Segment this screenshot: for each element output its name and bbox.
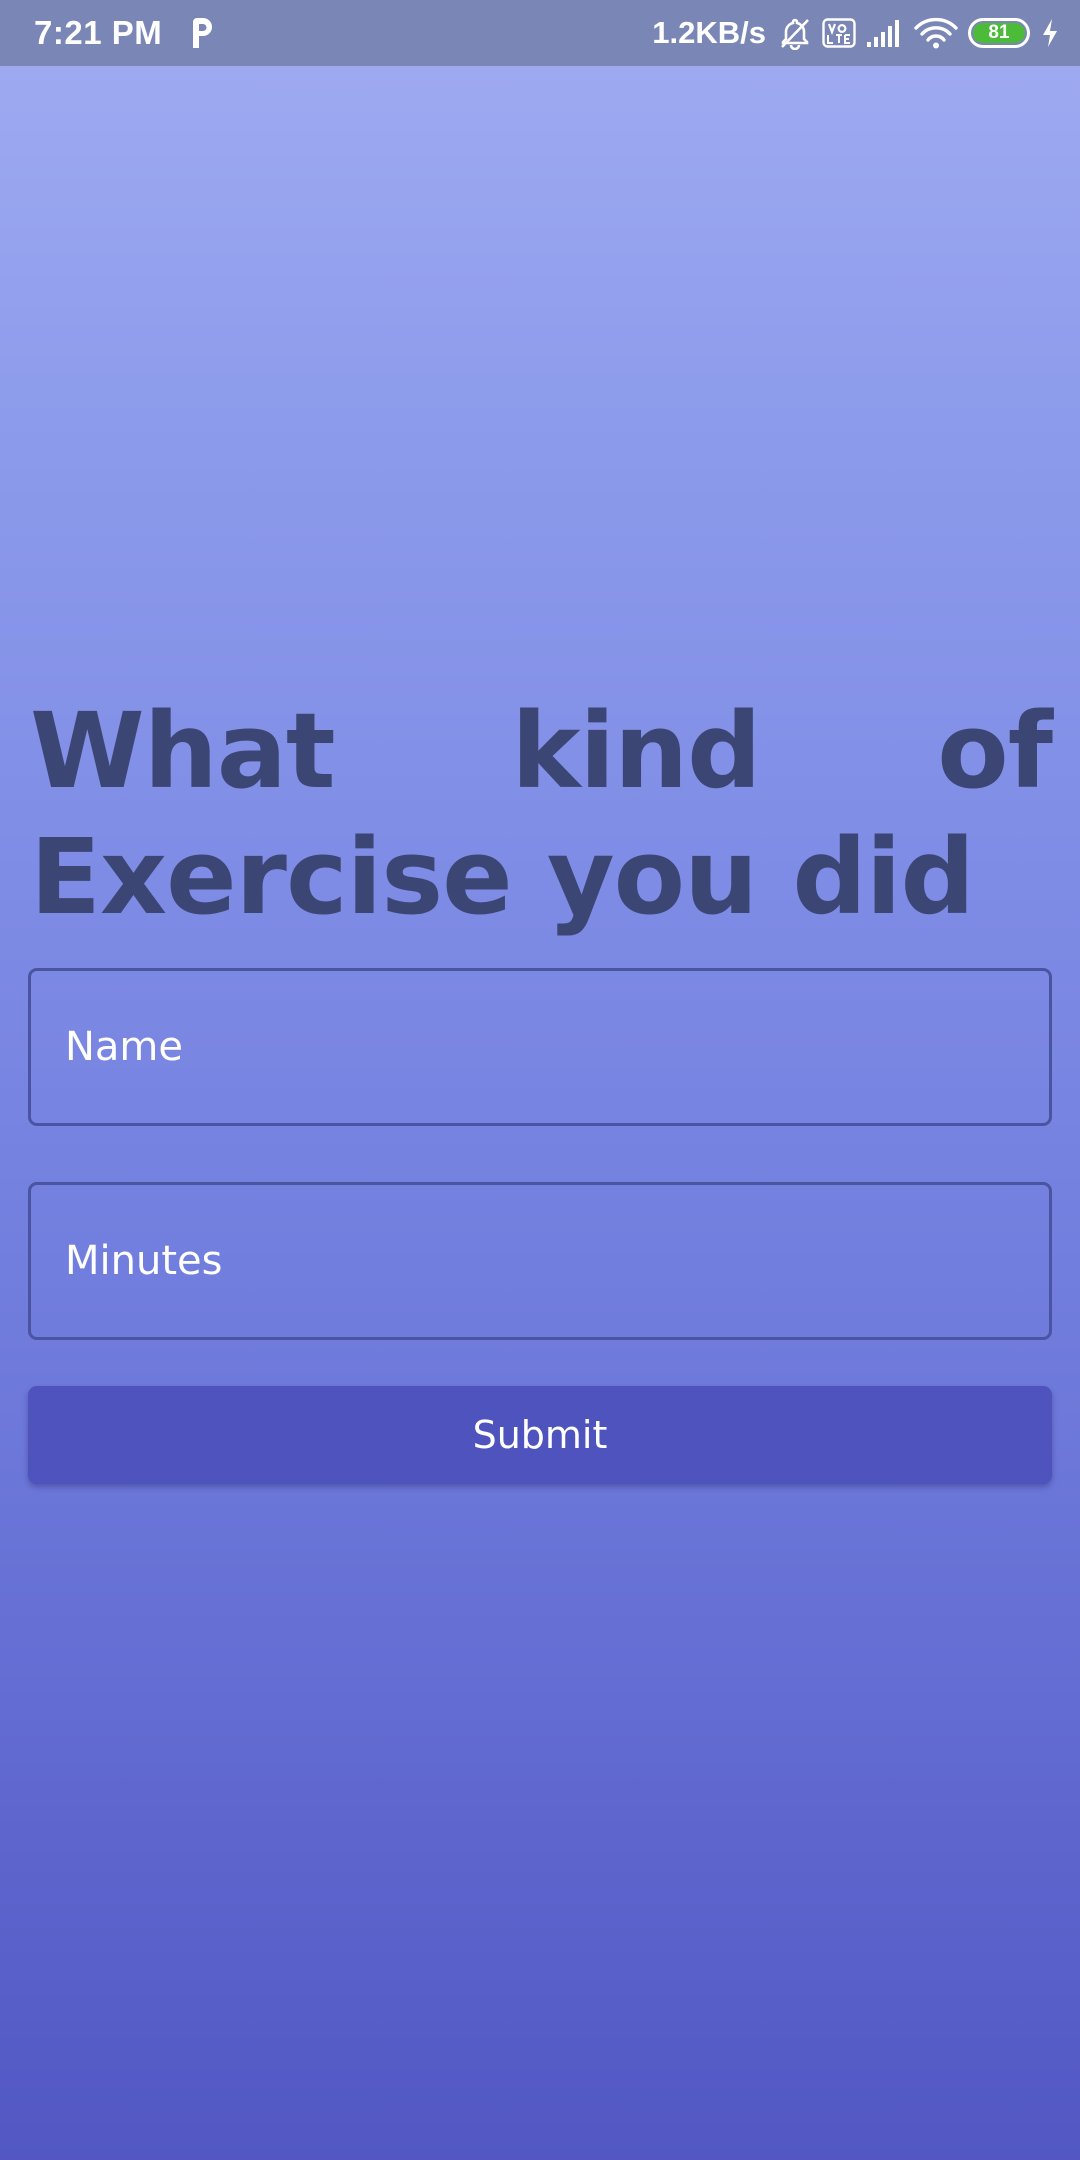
status-time: 7:21 PM bbox=[34, 14, 163, 51]
status-icons: 1.2KB/s 81 bbox=[652, 15, 1060, 51]
status-bar: 7:21 PM 1.2KB/s 81 bbox=[0, 0, 1080, 66]
name-input[interactable] bbox=[63, 1023, 1049, 1071]
minutes-input[interactable] bbox=[63, 1237, 1049, 1285]
battery-level: 81 bbox=[973, 22, 1025, 43]
wifi-icon bbox=[914, 17, 958, 49]
minutes-field[interactable] bbox=[28, 1182, 1052, 1340]
volte-icon bbox=[822, 18, 856, 48]
charging-bolt-icon bbox=[1040, 17, 1060, 49]
signal-icon bbox=[866, 18, 904, 48]
p-app-icon bbox=[186, 16, 216, 50]
submit-button[interactable]: Submit bbox=[28, 1386, 1052, 1484]
page-heading: What kind of Exercise you did bbox=[30, 690, 1053, 938]
battery-icon: 81 bbox=[968, 18, 1030, 48]
name-field[interactable] bbox=[28, 968, 1052, 1126]
network-speed: 1.2KB/s bbox=[652, 15, 766, 50]
bell-off-icon bbox=[778, 16, 812, 50]
